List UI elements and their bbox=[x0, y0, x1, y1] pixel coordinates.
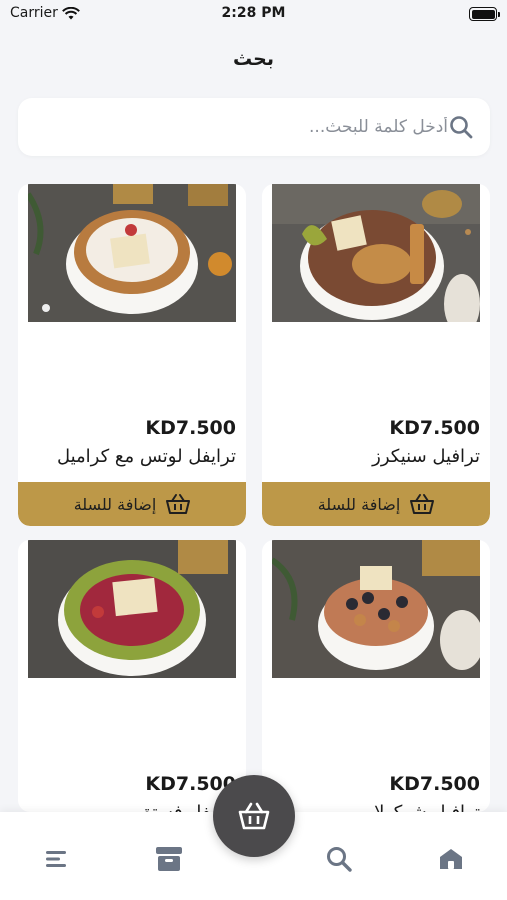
nav-home[interactable] bbox=[436, 844, 466, 874]
basket-icon bbox=[410, 494, 435, 514]
product-price: KD7.500 bbox=[145, 417, 236, 439]
product-image[interactable] bbox=[272, 540, 480, 678]
add-to-cart-label: إضافة للسلة bbox=[317, 494, 401, 514]
search-icon bbox=[327, 847, 352, 872]
basket-icon bbox=[238, 802, 270, 830]
product-name: ترافيل شوكولا bbox=[374, 802, 480, 812]
product-price: KD7.500 bbox=[389, 417, 480, 439]
nav-search[interactable] bbox=[324, 844, 354, 874]
page-title: بحث bbox=[233, 48, 274, 70]
status-bar: Carrier 2:28 PM bbox=[0, 0, 507, 28]
add-to-cart-label: إضافة للسلة bbox=[73, 494, 157, 514]
menu-icon bbox=[46, 851, 66, 867]
add-to-cart-button[interactable]: إضافة للسلة bbox=[262, 482, 490, 526]
product-card[interactable]: KD7.500 ترايفل فستق bbox=[18, 540, 246, 812]
battery-icon bbox=[469, 7, 500, 21]
nav-orders[interactable] bbox=[154, 844, 184, 874]
product-card[interactable]: KD7.500 ترافيل شوكولا bbox=[262, 540, 490, 812]
nav-menu[interactable] bbox=[42, 844, 72, 874]
product-image[interactable] bbox=[272, 184, 480, 322]
product-card[interactable]: KD7.500 ترايفل لوتس مع كراميل إضافة للسل… bbox=[18, 184, 246, 526]
product-name: ترايفل لوتس مع كراميل bbox=[56, 446, 236, 467]
add-to-cart-button[interactable]: إضافة للسلة bbox=[18, 482, 246, 526]
search-input[interactable] bbox=[38, 98, 448, 156]
product-name: ترافيل سنيكرز bbox=[372, 446, 480, 467]
cart-fab-button[interactable] bbox=[213, 775, 295, 857]
search-icon[interactable] bbox=[448, 114, 474, 140]
home-icon bbox=[440, 849, 462, 869]
product-image[interactable] bbox=[28, 184, 236, 322]
basket-icon bbox=[166, 494, 191, 514]
product-image[interactable] bbox=[28, 540, 236, 678]
product-price: KD7.500 bbox=[389, 773, 480, 795]
archive-icon bbox=[156, 847, 182, 871]
product-card[interactable]: KD7.500 ترافيل سنيكرز إضافة للسلة bbox=[262, 184, 490, 526]
status-time: 2:28 PM bbox=[221, 5, 286, 21]
search-bar[interactable] bbox=[18, 98, 490, 156]
